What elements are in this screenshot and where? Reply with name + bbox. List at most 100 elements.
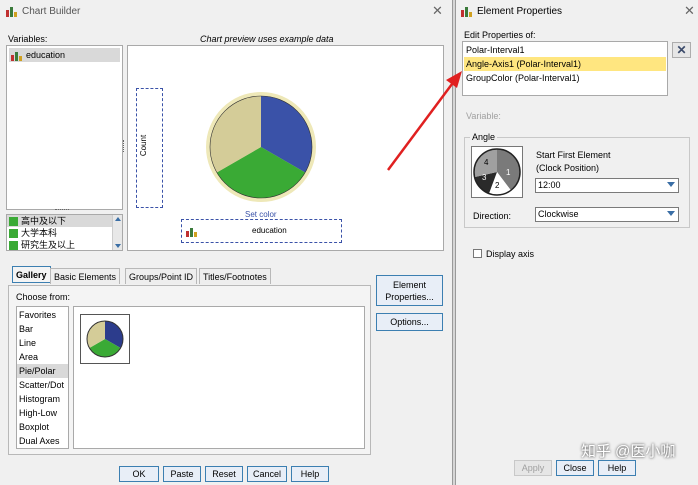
display-axis-label: Display axis (486, 249, 535, 259)
direction-select[interactable]: Clockwise (535, 207, 679, 222)
categories-scrollbar[interactable] (112, 215, 122, 250)
slice-number-1: 1 (506, 168, 511, 177)
delete-x-icon: ✕ (676, 43, 687, 57)
slice-number-2: 2 (495, 181, 500, 190)
count-label: Count (139, 134, 149, 157)
variable-label: Variable: (466, 111, 501, 121)
chart-type-item[interactable]: Histogram (17, 392, 68, 406)
clock-pie-icon: 1 2 3 4 (473, 148, 521, 196)
element-help-button[interactable]: Help (598, 460, 636, 476)
category-item[interactable]: 研究生及以上 (7, 239, 122, 250)
display-axis-checkbox[interactable] (473, 249, 482, 258)
tab-titles-footnotes[interactable]: Titles/Footnotes (199, 268, 271, 284)
chart-type-item[interactable]: High-Low (17, 406, 68, 420)
chart-builder-title-bar: Chart Builder (6, 4, 446, 18)
element-properties-app-icon (461, 6, 472, 17)
edit-properties-list[interactable]: Polar-Interval1 Angle-Axis1 (Polar-Inter… (462, 41, 668, 96)
chart-preview-canvas[interactable]: Count Set color education (127, 45, 444, 251)
education-drop-label: education (252, 226, 287, 235)
options-button[interactable]: Options... (376, 313, 443, 331)
direction-value: Clockwise (538, 209, 579, 219)
category-item[interactable]: 高中及以下 (7, 215, 122, 227)
angle-group: Angle 1 2 3 4 Start First Element (Clock… (464, 132, 690, 228)
variable-item[interactable]: education (9, 48, 120, 62)
chart-builder-close-icon[interactable]: ✕ (432, 4, 443, 17)
property-item[interactable]: GroupColor (Polar-Interval1) (464, 71, 666, 85)
categories-list[interactable]: 高中及以下 大学本科 研究生及以上 (6, 214, 123, 251)
chart-builder-dialog: Chart Builder ✕ Variables: Chart preview… (0, 0, 452, 485)
start-label-line2: (Clock Position) (536, 163, 600, 173)
chart-type-item[interactable]: Favorites (17, 308, 68, 322)
property-item[interactable]: Polar-Interval1 (464, 43, 666, 57)
property-item-selected[interactable]: Angle-Axis1 (Polar-Interval1) (464, 57, 666, 71)
chart-type-item[interactable]: Bar (17, 322, 68, 336)
start-first-element-label: Start First Element (Clock Position) (536, 149, 611, 175)
element-properties-dialog: Element Properties ✕ Edit Properties of:… (456, 0, 698, 485)
delete-element-button[interactable]: ✕ (672, 42, 691, 58)
ok-button[interactable]: OK (119, 466, 159, 482)
direction-label: Direction: (473, 211, 512, 221)
element-properties-button[interactable]: Element Properties... (376, 275, 443, 306)
clock-preview: 1 2 3 4 (471, 146, 523, 198)
category-label: 研究生及以上 (21, 240, 76, 250)
slice-number-3: 3 (482, 173, 487, 182)
element-properties-title-bar: Element Properties (461, 4, 691, 18)
chevron-down-icon (667, 211, 675, 216)
element-properties-line2: Properties... (385, 292, 434, 302)
ordinal-variable-icon (11, 51, 22, 61)
element-properties-close-icon[interactable]: ✕ (684, 4, 695, 17)
reset-button[interactable]: Reset (205, 466, 243, 482)
vertical-splitter[interactable] (123, 140, 126, 152)
category-swatch (9, 229, 18, 239)
start-position-select[interactable]: 12:00 (535, 178, 679, 193)
paste-button[interactable]: Paste (163, 466, 201, 482)
category-swatch (9, 217, 18, 227)
apply-button[interactable]: Apply (514, 460, 552, 476)
start-label-line1: Start First Element (536, 150, 611, 160)
category-label: 高中及以下 (21, 216, 67, 226)
tab-groups-point-id[interactable]: Groups/Point ID (125, 268, 198, 284)
angle-group-label: Angle (470, 132, 498, 142)
chart-type-item[interactable]: Line (17, 336, 68, 350)
choose-from-label: Choose from: (16, 292, 71, 302)
pie-chart-thumbnail[interactable] (80, 314, 130, 364)
count-drop-zone[interactable]: Count (136, 88, 163, 208)
help-button[interactable]: Help (291, 466, 329, 482)
element-properties-line1: Element (392, 280, 427, 290)
pie-thumbnail-icon (86, 320, 124, 358)
scroll-up-icon[interactable] (115, 217, 121, 221)
start-position-value: 12:00 (538, 180, 561, 190)
category-swatch (9, 241, 18, 250)
preview-label: Chart preview uses example data (200, 34, 334, 44)
chart-builder-app-icon (6, 6, 17, 17)
variables-list[interactable]: education (6, 45, 123, 210)
scroll-down-icon[interactable] (115, 244, 121, 248)
slice-number-4: 4 (484, 158, 489, 167)
chart-builder-title: Chart Builder (22, 5, 81, 17)
chart-type-item[interactable]: Area (17, 350, 68, 364)
close-button[interactable]: Close (556, 460, 594, 476)
chart-type-item[interactable]: Dual Axes (17, 434, 68, 448)
set-color-label: Set color (245, 210, 277, 219)
chart-type-item-selected[interactable]: Pie/Polar (17, 364, 68, 378)
education-drop-zone[interactable]: education (181, 219, 342, 243)
tab-gallery[interactable]: Gallery (12, 266, 51, 283)
gallery-thumbnails (73, 306, 365, 449)
variables-label: Variables: (8, 34, 48, 44)
gallery-panel: Choose from: Favorites Bar Line Area Pie… (8, 285, 371, 455)
watermark: 知乎 @医小咖 (581, 443, 676, 460)
edit-properties-label: Edit Properties of: (464, 30, 536, 40)
variable-label: education (26, 50, 66, 60)
chart-type-item[interactable]: Boxplot (17, 420, 68, 434)
chart-type-item[interactable]: Scatter/Dot (17, 378, 68, 392)
chart-type-list[interactable]: Favorites Bar Line Area Pie/Polar Scatte… (16, 306, 69, 449)
category-item[interactable]: 大学本科 (7, 227, 122, 239)
category-label: 大学本科 (21, 228, 58, 238)
element-properties-title: Element Properties (477, 5, 563, 17)
chevron-down-icon (667, 182, 675, 187)
cancel-button[interactable]: Cancel (247, 466, 287, 482)
tab-basic-elements[interactable]: Basic Elements (50, 268, 121, 284)
pie-preview (206, 92, 316, 202)
ordinal-variable-icon (186, 228, 197, 237)
splitter-handle[interactable] (55, 209, 69, 212)
